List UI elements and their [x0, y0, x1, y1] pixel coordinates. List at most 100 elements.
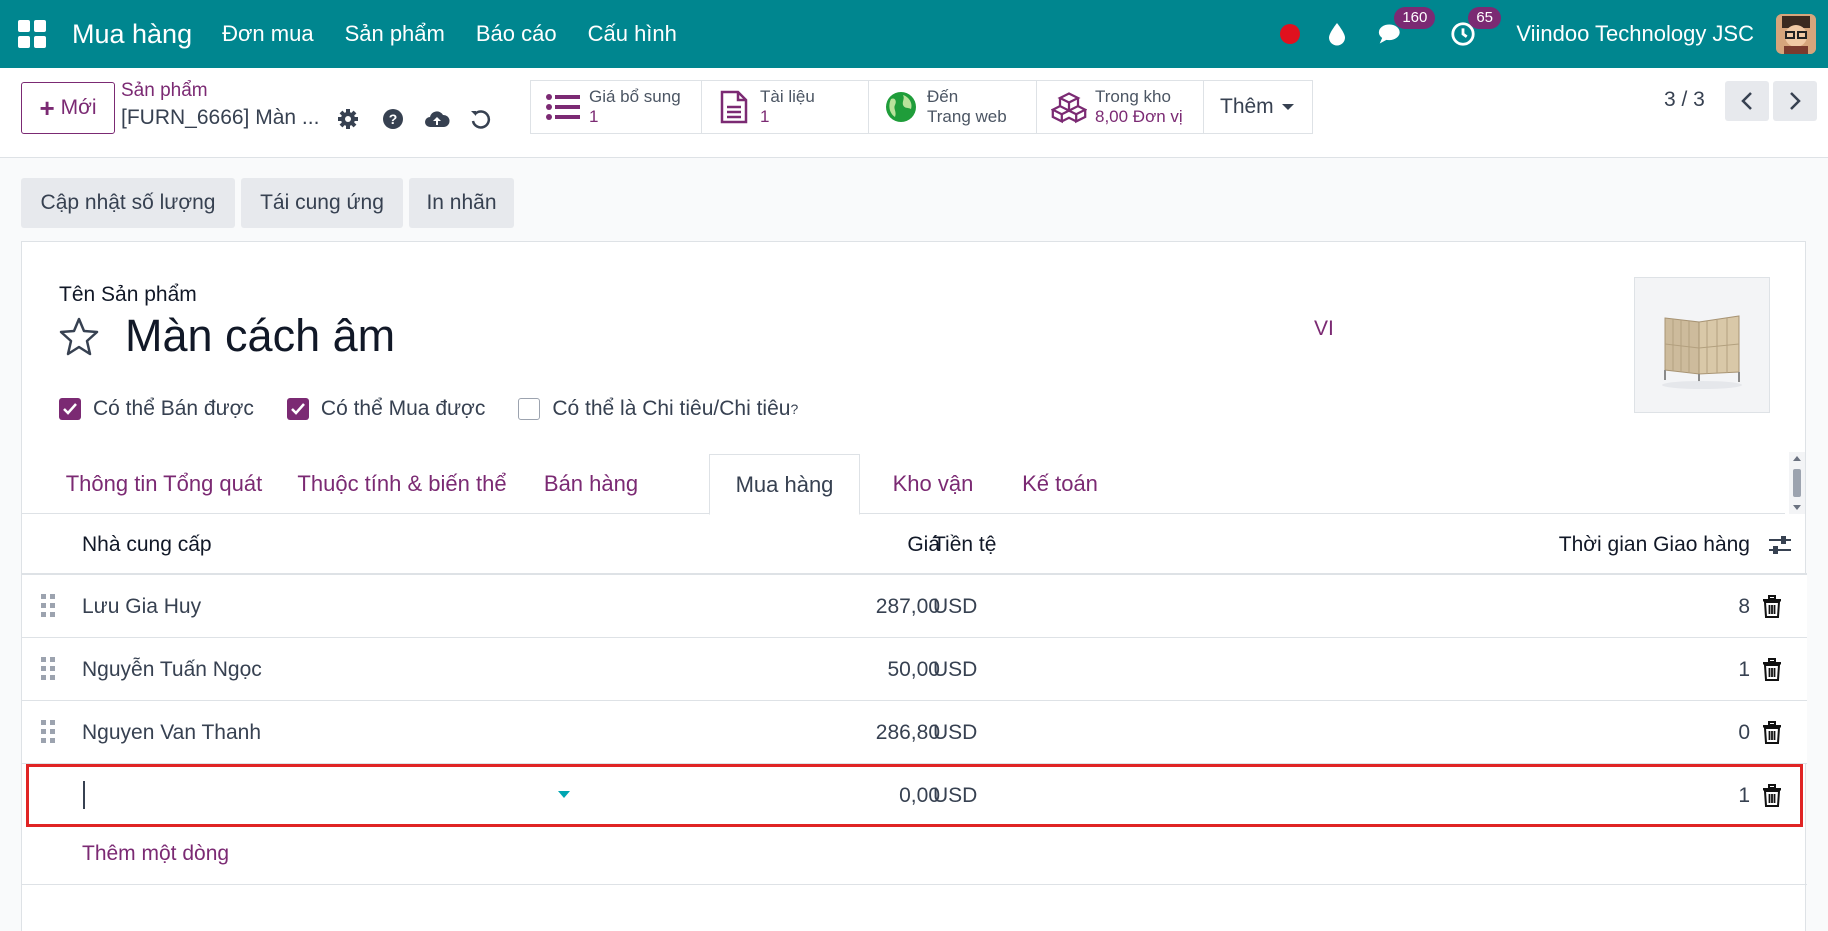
- dropdown-caret-icon[interactable]: [558, 791, 570, 798]
- vendor-select-input[interactable]: [29, 767, 591, 824]
- trash-icon[interactable]: [1762, 721, 1782, 745]
- gear-icon[interactable]: [335, 106, 361, 132]
- product-name-field[interactable]: Màn cách âm: [125, 310, 395, 362]
- currency-cell[interactable]: USD: [933, 721, 977, 745]
- tab-attributes-variants[interactable]: Thuộc tính & biến thể: [289, 454, 515, 514]
- can-be-purchased-checkbox[interactable]: [286, 398, 309, 420]
- notebook-tabs: Thông tin Tổng quát Thuộc tính & biến th…: [22, 454, 1785, 515]
- add-a-line-link[interactable]: Thêm một dòng: [82, 842, 229, 866]
- drag-handle-icon[interactable]: [41, 594, 55, 618]
- website-value: Trang web: [927, 107, 1007, 126]
- help-tooltip-mark[interactable]: ?: [790, 401, 798, 417]
- trash-icon[interactable]: [1762, 595, 1782, 619]
- trash-icon[interactable]: [1762, 658, 1782, 682]
- table-row[interactable]: Lưu Gia Huy 287,00 USD 8: [22, 575, 1807, 638]
- document-icon: [716, 89, 752, 125]
- app-brand[interactable]: Mua hàng: [72, 19, 192, 50]
- activity-badge: 65: [1468, 7, 1501, 29]
- drag-handle-icon[interactable]: [41, 657, 55, 681]
- lead-time-cell[interactable]: 0: [1622, 721, 1750, 745]
- star-favorite-icon[interactable]: [57, 315, 101, 359]
- table-row[interactable]: Nguyễn Tuấn Ngọc 50,00 USD 1: [22, 638, 1807, 701]
- price-cell[interactable]: 287,00: [782, 595, 940, 619]
- more-button[interactable]: Thêm: [1204, 81, 1312, 133]
- pager-value[interactable]: 3 / 3: [1664, 88, 1705, 112]
- can-be-sold-checkbox[interactable]: [59, 398, 81, 420]
- menu-products[interactable]: Sản phẩm: [345, 21, 445, 47]
- website-smart-button[interactable]: Đến Trang web: [869, 81, 1037, 133]
- price-cell[interactable]: 286,80: [782, 721, 940, 745]
- currency-cell[interactable]: USD: [933, 595, 977, 619]
- tab-sales[interactable]: Bán hàng: [536, 454, 646, 514]
- header-price[interactable]: Giá: [865, 533, 940, 557]
- menu-reports[interactable]: Báo cáo: [476, 21, 557, 47]
- activity-clock-icon[interactable]: 65: [1450, 7, 1501, 47]
- company-name[interactable]: Viindoo Technology JSC: [1516, 21, 1754, 47]
- new-button-label: Mới: [60, 96, 97, 119]
- vendor-cell[interactable]: Nguyen Van Thanh: [82, 721, 261, 745]
- control-panel: + Mới Sản phẩm [FURN_6666] Màn ... ? Giá…: [0, 68, 1828, 158]
- svg-text:?: ?: [389, 111, 398, 127]
- tabs-scrollbar[interactable]: [1789, 452, 1805, 514]
- text-cursor: [83, 781, 85, 809]
- can-be-sold-label[interactable]: Có thể Bán được: [93, 397, 254, 421]
- tab-accounting[interactable]: Kế toán: [1007, 454, 1113, 514]
- cubes-icon: [1051, 89, 1087, 125]
- apps-menu-icon[interactable]: [18, 20, 46, 48]
- recording-dot-icon[interactable]: [1280, 24, 1301, 44]
- product-image[interactable]: [1634, 277, 1770, 413]
- breadcrumb-parent[interactable]: Sản phẩm: [121, 80, 208, 102]
- add-line-row: [22, 822, 1807, 885]
- chat-icon[interactable]: 160: [1378, 7, 1436, 47]
- plus-icon: +: [39, 93, 55, 123]
- print-labels-button[interactable]: In nhãn: [409, 178, 514, 228]
- globe-icon: [883, 89, 919, 125]
- list-icon: [545, 89, 581, 125]
- menu-configuration[interactable]: Cấu hình: [588, 21, 677, 47]
- drag-handle-icon[interactable]: [41, 720, 55, 744]
- vendor-cell[interactable]: Lưu Gia Huy: [82, 595, 201, 619]
- replenish-button[interactable]: Tái cung ứng: [241, 178, 403, 228]
- can-be-expensed-checkbox[interactable]: [518, 398, 541, 420]
- price-input[interactable]: 0,00: [782, 784, 940, 808]
- tab-purchase[interactable]: Mua hàng: [709, 454, 860, 515]
- documents-smart-button[interactable]: Tài liệu 1: [702, 81, 869, 133]
- on-hand-smart-button[interactable]: Trong kho 8,00 Đơn vị: [1037, 81, 1204, 133]
- menu-purchase-orders[interactable]: Đơn mua: [222, 21, 313, 47]
- price-cell[interactable]: 50,00: [782, 658, 940, 682]
- vendor-cell[interactable]: Nguyễn Tuấn Ngọc: [82, 658, 262, 682]
- chevron-left-icon: [1741, 92, 1752, 110]
- drop-icon[interactable]: [1324, 21, 1350, 47]
- product-name-label: Tên Sản phẩm: [59, 283, 197, 306]
- cloud-upload-icon[interactable]: [424, 106, 450, 132]
- optional-columns-sliders-icon[interactable]: [1768, 535, 1792, 561]
- new-button[interactable]: + Mới: [21, 82, 115, 134]
- currency-cell[interactable]: USD: [933, 658, 977, 682]
- pricelist-smart-button[interactable]: Giá bổ sung 1: [531, 81, 702, 133]
- editing-row[interactable]: 0,00 USD 1: [26, 764, 1803, 827]
- help-icon[interactable]: ?: [380, 106, 406, 132]
- pager-next-button[interactable]: [1773, 81, 1817, 121]
- discard-undo-icon[interactable]: [467, 106, 493, 132]
- can-be-expensed-label[interactable]: Có thể là Chi tiêu/Chi tiêu: [552, 397, 790, 421]
- tab-inventory[interactable]: Kho vận: [880, 454, 986, 514]
- can-be-purchased-label[interactable]: Có thể Mua được: [321, 397, 485, 421]
- website-title: Đến: [927, 87, 959, 106]
- update-quantity-button[interactable]: Cập nhật số lượng: [21, 178, 235, 228]
- stock-title: Trong kho: [1095, 87, 1171, 106]
- lead-time-input[interactable]: 1: [1622, 784, 1750, 808]
- smart-buttons: Giá bổ sung 1 Tài liệu 1 Đến Trang web Tron…: [530, 80, 1313, 134]
- trash-icon[interactable]: [1762, 784, 1782, 808]
- stock-value: 8,00 Đơn vị: [1095, 107, 1183, 126]
- header-lead-time[interactable]: Thời gian Giao hàng: [1422, 533, 1750, 557]
- lead-time-cell[interactable]: 8: [1622, 595, 1750, 619]
- table-row[interactable]: Nguyen Van Thanh 286,80 USD 0: [22, 701, 1807, 764]
- pager-previous-button[interactable]: [1725, 81, 1769, 121]
- lead-time-cell[interactable]: 1: [1622, 658, 1750, 682]
- header-currency[interactable]: Tiền tệ: [933, 533, 996, 557]
- tab-general-information[interactable]: Thông tin Tổng quát: [59, 454, 269, 514]
- header-vendor[interactable]: Nhà cung cấp: [82, 533, 212, 557]
- language-button[interactable]: VI: [1314, 317, 1334, 341]
- currency-input[interactable]: USD: [933, 784, 977, 808]
- user-avatar[interactable]: [1776, 14, 1816, 54]
